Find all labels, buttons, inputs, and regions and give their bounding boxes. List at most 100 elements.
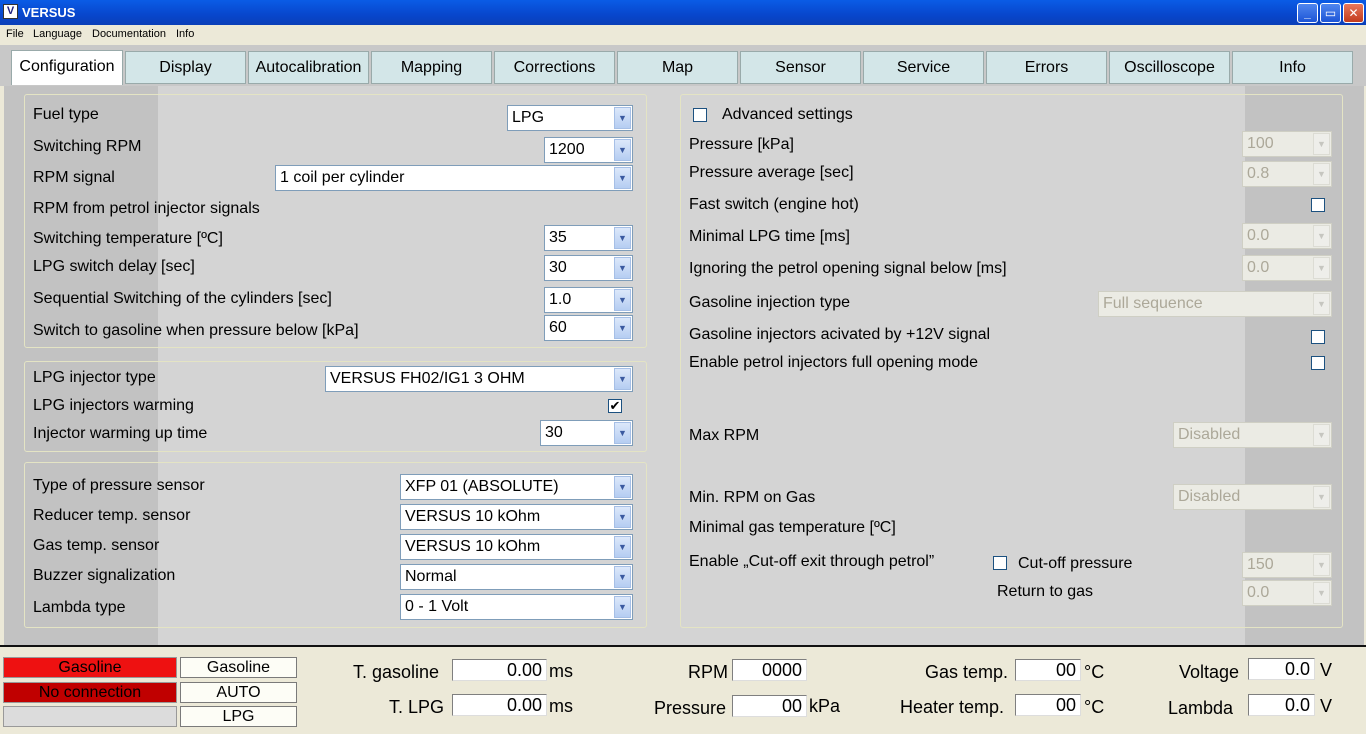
tab-errors[interactable]: Errors (986, 51, 1107, 84)
min-lpg-time-select[interactable]: 0.0 ▼ (1242, 223, 1332, 249)
max-rpm-label: Max RPM (689, 427, 760, 444)
auto-button[interactable]: AUTO (180, 682, 297, 703)
sequential-switching-value: 1.0 (549, 291, 572, 308)
lpg-switch-delay-select[interactable]: 30 ▼ (544, 255, 633, 281)
gasoline-12v-checkbox[interactable] (1311, 330, 1325, 344)
min-gas-temp-label: Minimal gas temperature [ºC] (689, 519, 896, 536)
max-rpm-select[interactable]: Disabled ▼ (1173, 422, 1332, 448)
tab-map[interactable]: Map (617, 51, 738, 84)
chevron-down-icon: ▼ (614, 257, 631, 279)
lpg-injectors-warming-label: LPG injectors warming (33, 397, 194, 414)
buzzer-label: Buzzer signalization (33, 567, 176, 584)
tab-corrections[interactable]: Corrections (494, 51, 615, 84)
t-lpg-value: 0.00 (452, 694, 547, 716)
switching-temp-select[interactable]: 35 ▼ (544, 225, 633, 251)
gasoline-indicator: Gasoline (3, 657, 177, 678)
close-button[interactable]: ✕ (1343, 3, 1364, 23)
tab-oscilloscope[interactable]: Oscilloscope (1109, 51, 1230, 84)
menu-file[interactable]: File (6, 28, 24, 40)
pressure-sensor-type-label: Type of pressure sensor (33, 477, 205, 494)
reducer-temp-sensor-value: VERSUS 10 kOhm (405, 508, 541, 525)
pressure-average-label: Pressure average [sec] (689, 164, 854, 181)
menu-language[interactable]: Language (33, 28, 82, 40)
maximize-button[interactable]: ▭ (1320, 3, 1341, 23)
gas-temp-sensor-value: VERSUS 10 kOhm (405, 538, 541, 555)
title-bar: V VERSUS _ ▭ ✕ (0, 0, 1366, 25)
lpg-injector-type-value: VERSUS FH02/IG1 3 OHM (330, 370, 525, 387)
switch-to-gasoline-select[interactable]: 60 ▼ (544, 315, 633, 341)
min-rpm-gas-select[interactable]: Disabled ▼ (1173, 484, 1332, 510)
t-gasoline-label: T. gasoline (353, 662, 440, 682)
chevron-down-icon: ▼ (1313, 424, 1330, 446)
cutoff-pressure-checkbox[interactable] (993, 556, 1007, 570)
fast-switch-checkbox[interactable] (1311, 198, 1325, 212)
chevron-down-icon: ▼ (614, 139, 631, 161)
reducer-temp-sensor-select[interactable]: VERSUS 10 kOhm ▼ (400, 504, 633, 530)
lpg-button[interactable]: LPG (180, 706, 297, 727)
pressure-select[interactable]: 100 ▼ (1242, 131, 1332, 157)
lambda-unit: V (1320, 696, 1333, 716)
lpg-injectors-warming-checkbox[interactable]: ✔ (608, 399, 622, 413)
ignore-petrol-label: Ignoring the petrol opening signal below… (689, 260, 1007, 277)
switching-rpm-select[interactable]: 1200 ▼ (544, 137, 633, 163)
rpm-signal-select[interactable]: 1 coil per cylinder ▼ (275, 165, 633, 191)
return-to-gas-value: 0.0 (1247, 584, 1270, 601)
tab-autocalibration[interactable]: Autocalibration (248, 51, 369, 84)
tab-service[interactable]: Service (863, 51, 984, 84)
rpm-label: RPM (688, 662, 728, 682)
tab-mapping[interactable]: Mapping (371, 51, 492, 84)
rpm-signal-value: 1 coil per cylinder (280, 169, 405, 186)
switch-to-gasoline-value: 60 (549, 319, 567, 336)
tab-display[interactable]: Display (125, 51, 246, 84)
advanced-settings-checkbox[interactable] (693, 108, 707, 122)
tab-configuration[interactable]: Configuration (11, 50, 123, 85)
pressure-status-unit: kPa (809, 696, 841, 716)
reducer-temp-sensor-label: Reducer temp. sensor (33, 507, 191, 524)
fast-switch-label: Fast switch (engine hot) (689, 196, 859, 213)
injector-warming-time-value: 30 (545, 424, 563, 441)
gasoline-button[interactable]: Gasoline (180, 657, 297, 678)
lpg-injector-type-label: LPG injector type (33, 369, 156, 386)
advanced-settings-label: Advanced settings (722, 106, 853, 123)
voltage-unit: V (1320, 660, 1333, 680)
gas-temp-sensor-select[interactable]: VERSUS 10 kOhm ▼ (400, 534, 633, 560)
gas-temp-sensor-label: Gas temp. sensor (33, 537, 160, 554)
buzzer-select[interactable]: Normal ▼ (400, 564, 633, 590)
min-lpg-time-label: Minimal LPG time [ms] (689, 228, 850, 245)
return-to-gas-select[interactable]: 0.0 ▼ (1242, 580, 1332, 606)
chevron-down-icon: ▼ (614, 476, 631, 498)
chevron-down-icon: ▼ (614, 317, 631, 339)
pressure-average-select[interactable]: 0.8 ▼ (1242, 161, 1332, 187)
pressure-label: Pressure [kPa] (689, 136, 794, 153)
tab-info[interactable]: Info (1232, 51, 1353, 84)
gasoline-injection-type-select[interactable]: Full sequence ▼ (1098, 291, 1332, 317)
cutoff-pressure-select[interactable]: 150 ▼ (1242, 552, 1332, 578)
min-lpg-time-value: 0.0 (1247, 227, 1270, 244)
lpg-injector-type-select[interactable]: VERSUS FH02/IG1 3 OHM ▼ (325, 366, 633, 392)
ignore-petrol-select[interactable]: 0.0 ▼ (1242, 255, 1332, 281)
lambda-type-select[interactable]: 0 - 1 Volt ▼ (400, 594, 633, 620)
cutoff-pressure-value: 150 (1247, 556, 1274, 573)
chevron-down-icon: ▼ (614, 566, 631, 588)
min-rpm-gas-value: Disabled (1178, 488, 1241, 505)
app-logo-icon: V (3, 4, 18, 19)
pressure-status-value: 00 (732, 695, 807, 717)
tab-sensor[interactable]: Sensor (740, 51, 861, 84)
minimize-button[interactable]: _ (1297, 3, 1318, 23)
petrol-full-open-checkbox[interactable] (1311, 356, 1325, 370)
chevron-down-icon: ▼ (614, 368, 631, 390)
sequential-switching-label: Sequential Switching of the cylinders [s… (33, 290, 332, 307)
injector-warming-time-select[interactable]: 30 ▼ (540, 420, 633, 446)
t-lpg-unit: ms (549, 696, 573, 716)
t-gasoline-value: 0.00 (452, 659, 547, 681)
heater-temp-unit: °C (1084, 697, 1105, 717)
pressure-sensor-type-select[interactable]: XFP 01 (ABSOLUTE) ▼ (400, 474, 633, 500)
sequential-switching-select[interactable]: 1.0 ▼ (544, 287, 633, 313)
fuel-type-select[interactable]: LPG ▼ (507, 105, 633, 131)
gasoline-12v-label: Gasoline injectors acivated by +12V sign… (689, 326, 991, 343)
switching-temp-label: Switching temperature [ºC] (33, 230, 223, 247)
tab-bar: Configuration Display Autocalibration Ma… (0, 45, 1366, 86)
t-lpg-label: T. LPG (389, 697, 445, 717)
menu-info[interactable]: Info (176, 28, 194, 40)
menu-documentation[interactable]: Documentation (92, 28, 166, 40)
